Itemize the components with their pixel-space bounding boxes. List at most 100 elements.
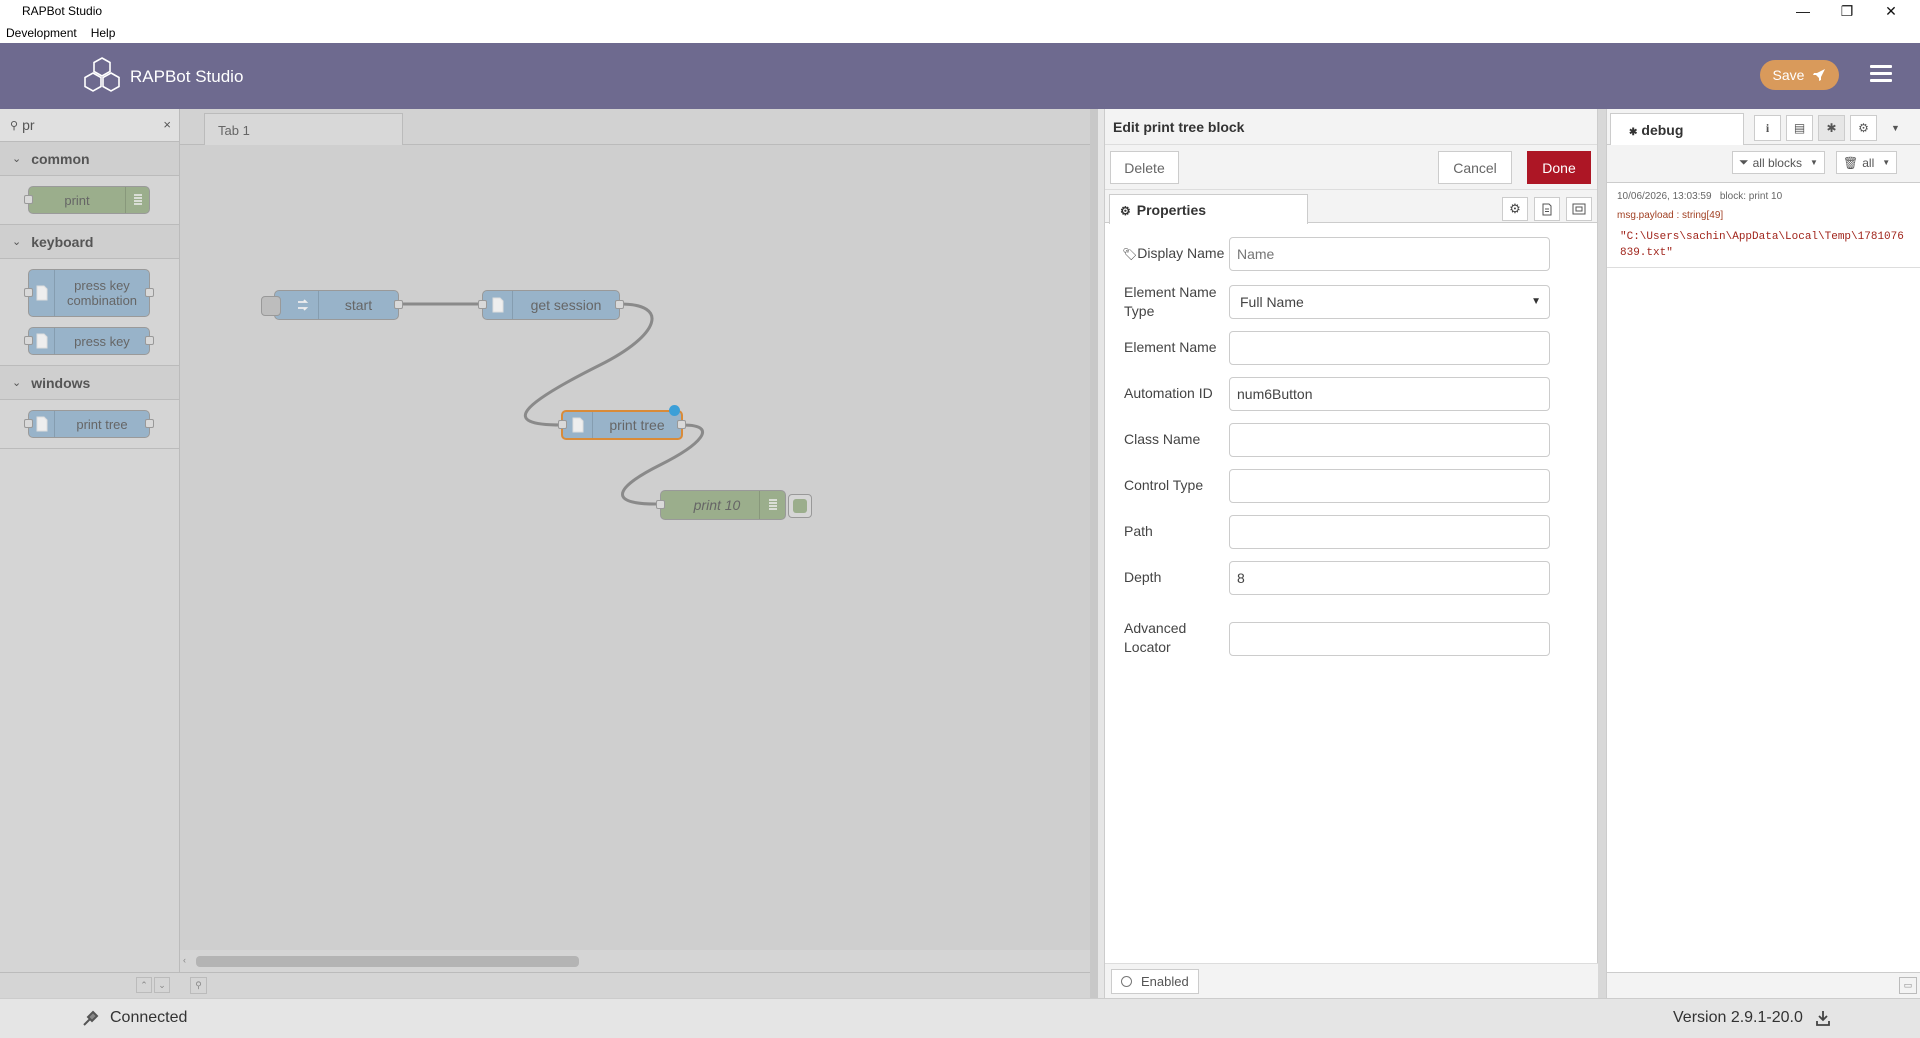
maximize-button[interactable]: ❐: [1825, 0, 1869, 22]
app-name: RAPBot Studio: [130, 67, 244, 86]
filter-icon: ⏷: [1739, 155, 1749, 169]
menu-help[interactable]: Help: [91, 26, 116, 40]
sidebar-panel: ✱ debug i ▤ ✱ ⚙ ▼ ⏷ all blocks ▼ 🗑 all ▼ 10/0…: [1606, 109, 1920, 998]
control-type-label: Control Type: [1124, 477, 1204, 493]
flow-node-print-tree[interactable]: print tree: [558, 405, 686, 440]
debug-toggle-button[interactable]: [788, 494, 812, 518]
gear-icon: ⚙: [1120, 204, 1131, 218]
palette-footer: ⌃ ⌄: [0, 972, 180, 998]
download-icon[interactable]: [1815, 1010, 1831, 1026]
tray-footer: Enabled: [1105, 963, 1599, 998]
window-title: RAPBot Studio: [22, 4, 103, 18]
element-name-input[interactable]: [1229, 331, 1550, 365]
tab-debug[interactable]: ✱ debug: [1610, 113, 1744, 145]
element-name-type-select[interactable]: Full Name ▼: [1229, 285, 1550, 319]
cancel-button[interactable]: Cancel: [1438, 151, 1512, 184]
caret-down-icon: ▼: [1882, 158, 1891, 167]
enabled-toggle[interactable]: Enabled: [1111, 969, 1199, 994]
category-common[interactable]: ⌄ common: [0, 142, 179, 176]
debug-message-value[interactable]: "C:\Users\sachin\AppData\Local\Temp\1781…: [1617, 229, 1910, 261]
category-common-body: print: [0, 176, 179, 225]
automation-id-input[interactable]: [1229, 377, 1550, 411]
appearance-tab-button[interactable]: [1566, 197, 1592, 221]
restore-icon: ❐: [1840, 2, 1854, 19]
category-windows-body: print tree: [0, 400, 179, 449]
caret-down-icon: ▼: [1891, 123, 1900, 133]
delete-button[interactable]: Delete: [1110, 151, 1179, 184]
help-tab-button[interactable]: ▤: [1786, 115, 1813, 141]
menu-development[interactable]: Development: [6, 26, 77, 40]
path-input[interactable]: [1229, 515, 1550, 549]
label-line2: Type: [1124, 303, 1155, 319]
inject-trigger-button[interactable]: [261, 296, 281, 316]
expand-all-button[interactable]: ⌄: [154, 977, 170, 993]
sidebar-resize-handle[interactable]: [1598, 109, 1606, 998]
search-flows-button[interactable]: ⚲: [190, 977, 207, 994]
open-in-window-button[interactable]: ▭: [1899, 977, 1917, 994]
window-titlebar: RAPBot Studio — ❐ ✕: [0, 0, 1920, 22]
scroll-left-icon[interactable]: ‹: [183, 955, 186, 965]
config-tab-button[interactable]: ⚙: [1850, 115, 1877, 141]
file-text-icon: [1542, 203, 1552, 215]
palette-node-print[interactable]: print: [24, 186, 150, 214]
category-keyboard[interactable]: ⌄ keyboard: [0, 225, 179, 259]
flow-workspace: Tab 1 start get session print tree print…: [180, 109, 1090, 998]
settings-tab-button[interactable]: ⚙: [1502, 197, 1528, 221]
category-label: windows: [31, 374, 91, 391]
menu-bar: Development Help: [0, 22, 1920, 43]
tab-label: Properties: [1136, 202, 1207, 218]
node-label: print tree: [609, 417, 665, 433]
node-label: press key: [74, 333, 130, 349]
palette-search[interactable]: ⚲ pr ×: [0, 109, 179, 142]
tag-icon: 🏷: [1122, 247, 1138, 261]
flow-canvas[interactable]: start get session print tree print 10: [180, 145, 1090, 950]
bug-icon: ✱: [1826, 121, 1837, 135]
done-button[interactable]: Done: [1527, 151, 1591, 184]
properties-tabs: ⚙ Properties ⚙: [1105, 190, 1597, 224]
label-line2: Locator: [1124, 639, 1171, 655]
horizontal-scrollbar[interactable]: ‹: [180, 950, 1090, 972]
category-windows[interactable]: ⌄ windows: [0, 366, 179, 400]
app-header: RAPBot Studio Save: [0, 43, 1920, 109]
description-tab-button[interactable]: [1534, 197, 1560, 221]
save-button[interactable]: Save: [1760, 60, 1839, 90]
display-name-input[interactable]: [1229, 237, 1550, 271]
version-info: Version 2.9.1-20.0: [1673, 1009, 1831, 1027]
debug-source[interactable]: block: print 10: [1720, 191, 1782, 202]
palette-node-press-key[interactable]: press key: [24, 327, 154, 355]
arrow-right-icon: [289, 291, 319, 319]
debug-message[interactable]: 10/06/2026, 13:03:59 block: print 10 msg…: [1607, 183, 1920, 268]
clear-search-icon[interactable]: ×: [163, 117, 171, 132]
changed-indicator-icon: [669, 405, 680, 416]
tab-1[interactable]: Tab 1: [204, 113, 403, 145]
edit-tray: Edit print tree block Delete Cancel Done…: [1090, 109, 1599, 998]
flow-node-get-session[interactable]: get session: [478, 290, 624, 320]
main-menu-button[interactable]: [1870, 65, 1892, 85]
connection-label: Connected: [110, 1009, 188, 1026]
clear-label: all: [1862, 155, 1875, 170]
sidebar-menu-button[interactable]: ▼: [1882, 115, 1909, 141]
depth-label: Depth: [1124, 569, 1162, 585]
flow-node-print-10[interactable]: print 10: [656, 490, 812, 520]
minimize-button[interactable]: —: [1781, 0, 1825, 22]
control-type-input[interactable]: [1229, 469, 1550, 503]
palette-node-print-tree[interactable]: print tree: [24, 410, 154, 438]
depth-input[interactable]: [1229, 561, 1550, 595]
workspace-tabs: Tab 1: [180, 109, 1090, 145]
class-name-input[interactable]: [1229, 423, 1550, 457]
filter-blocks-button[interactable]: ⏷ all blocks ▼: [1732, 151, 1825, 174]
path-label: Path: [1124, 523, 1153, 539]
advanced-locator-input[interactable]: [1229, 622, 1550, 656]
status-bar: Connected Version 2.9.1-20.0: [0, 998, 1920, 1038]
debug-tab-button[interactable]: ✱: [1818, 115, 1845, 141]
info-tab-button[interactable]: i: [1754, 115, 1781, 141]
palette-node-press-key-combination[interactable]: press key combination: [24, 269, 154, 317]
flow-node-start[interactable]: start: [261, 290, 403, 320]
scrollbar-thumb[interactable]: [196, 956, 579, 967]
collapse-all-button[interactable]: ⌃: [136, 977, 152, 993]
clear-messages-button[interactable]: 🗑 all ▼: [1836, 151, 1898, 174]
close-window-button[interactable]: ✕: [1869, 0, 1913, 22]
tab-properties[interactable]: ⚙ Properties: [1109, 194, 1308, 224]
node-label: print 10: [693, 497, 741, 513]
palette-search-input[interactable]: pr: [22, 117, 34, 133]
